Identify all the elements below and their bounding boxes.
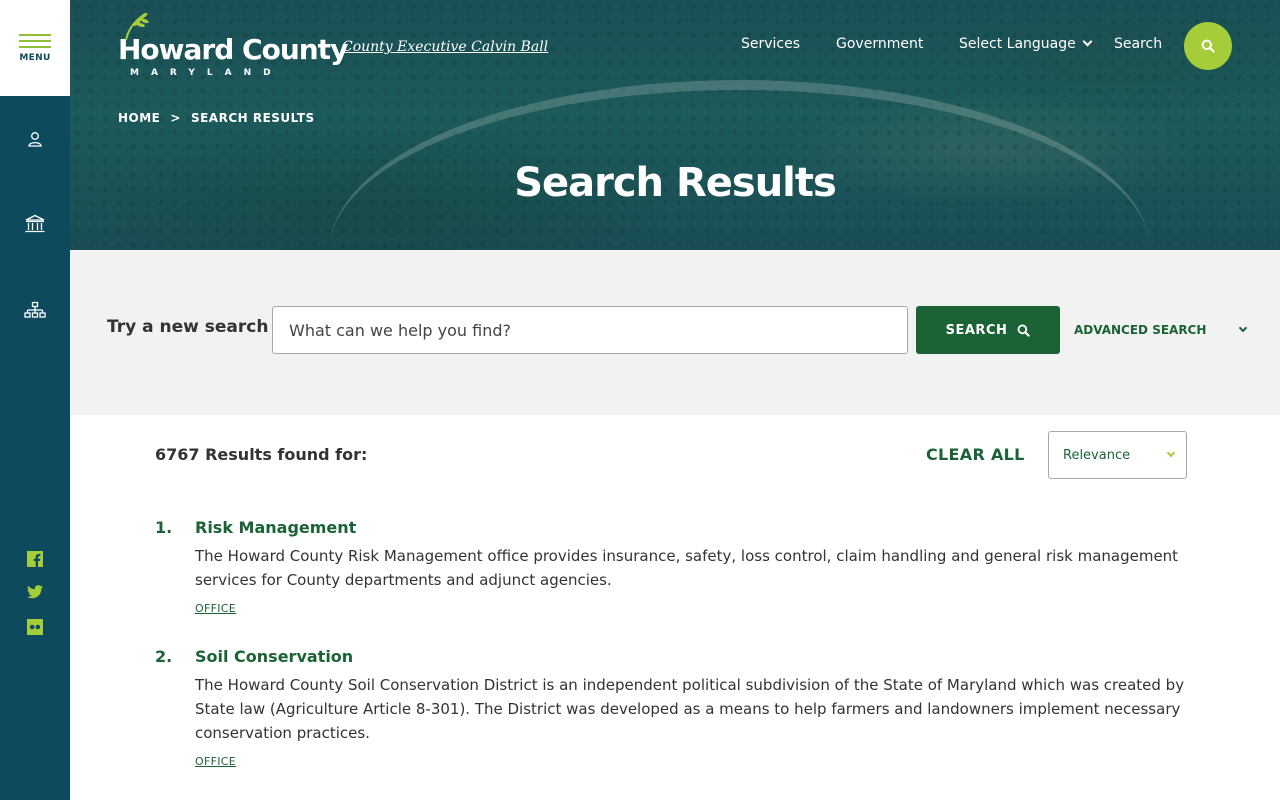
nav-services[interactable]: Services (741, 36, 800, 52)
breadcrumb-current: SEARCH RESULTS (190, 111, 315, 125)
org-chart-icon[interactable] (21, 297, 49, 325)
chevron-down-icon (1238, 323, 1248, 333)
flickr-icon[interactable] (26, 618, 44, 636)
government-building-icon[interactable] (21, 210, 49, 238)
menu-label: MENU (19, 52, 51, 63)
person-icon[interactable] (21, 125, 49, 153)
nav-search[interactable]: Search (1114, 36, 1162, 52)
menu-button[interactable]: MENU (0, 0, 70, 96)
sort-selected-value: Relevance (1063, 447, 1131, 463)
page-title: Search Results (514, 160, 837, 206)
search-button[interactable]: SEARCH (916, 306, 1060, 354)
chevron-down-icon (1166, 448, 1176, 458)
result-description: The Howard County Risk Management office… (195, 547, 1179, 589)
result-number: 1. (155, 518, 173, 537)
breadcrumb: HOME > SEARCH RESULTS (118, 111, 315, 125)
breadcrumb-home[interactable]: HOME (118, 111, 160, 125)
header-search-button[interactable] (1184, 22, 1232, 70)
breadcrumb-separator: > (170, 111, 181, 125)
result-number: 2. (155, 647, 173, 666)
left-rail: MENU (0, 0, 70, 800)
logo-state: MARYLAND (130, 68, 283, 78)
hamburger-icon (19, 33, 51, 48)
result-description: The Howard County Soil Conservation Dist… (195, 676, 1185, 742)
sort-select[interactable]: Relevance (1048, 431, 1187, 479)
nav-select-language[interactable]: Select Language (959, 36, 1093, 52)
result-item: 1. Risk Management The Howard County Ris… (155, 518, 1195, 628)
advanced-search-label: ADVANCED SEARCH (1074, 323, 1207, 337)
wheat-icon (125, 12, 149, 41)
county-executive-link[interactable]: County Executive Calvin Ball (342, 39, 548, 55)
result-tag[interactable]: OFFICE (195, 602, 236, 615)
advanced-search-toggle[interactable]: ADVANCED SEARCH (1074, 323, 1248, 337)
results-count: 6767 Results found for: (155, 445, 368, 464)
result-tag[interactable]: OFFICE (195, 755, 236, 768)
clear-all-button[interactable]: CLEAR ALL (926, 445, 1025, 464)
facebook-icon[interactable] (26, 550, 44, 568)
search-icon (1017, 324, 1031, 337)
search-label: Try a new search (107, 317, 269, 337)
search-input[interactable] (272, 306, 908, 354)
result-item: 2. Soil Conservation The Howard County S… (155, 647, 1195, 777)
twitter-icon[interactable] (26, 583, 44, 601)
nav-government[interactable]: Government (836, 36, 923, 52)
result-title[interactable]: Soil Conservation (195, 647, 353, 666)
chevron-down-icon (1082, 36, 1093, 47)
howard-county-logo[interactable]: Howard County MARYLAND (118, 12, 348, 78)
language-label: Select Language (959, 36, 1076, 52)
search-icon (1201, 39, 1215, 53)
result-title[interactable]: Risk Management (195, 518, 356, 537)
search-button-label: SEARCH (945, 322, 1008, 338)
